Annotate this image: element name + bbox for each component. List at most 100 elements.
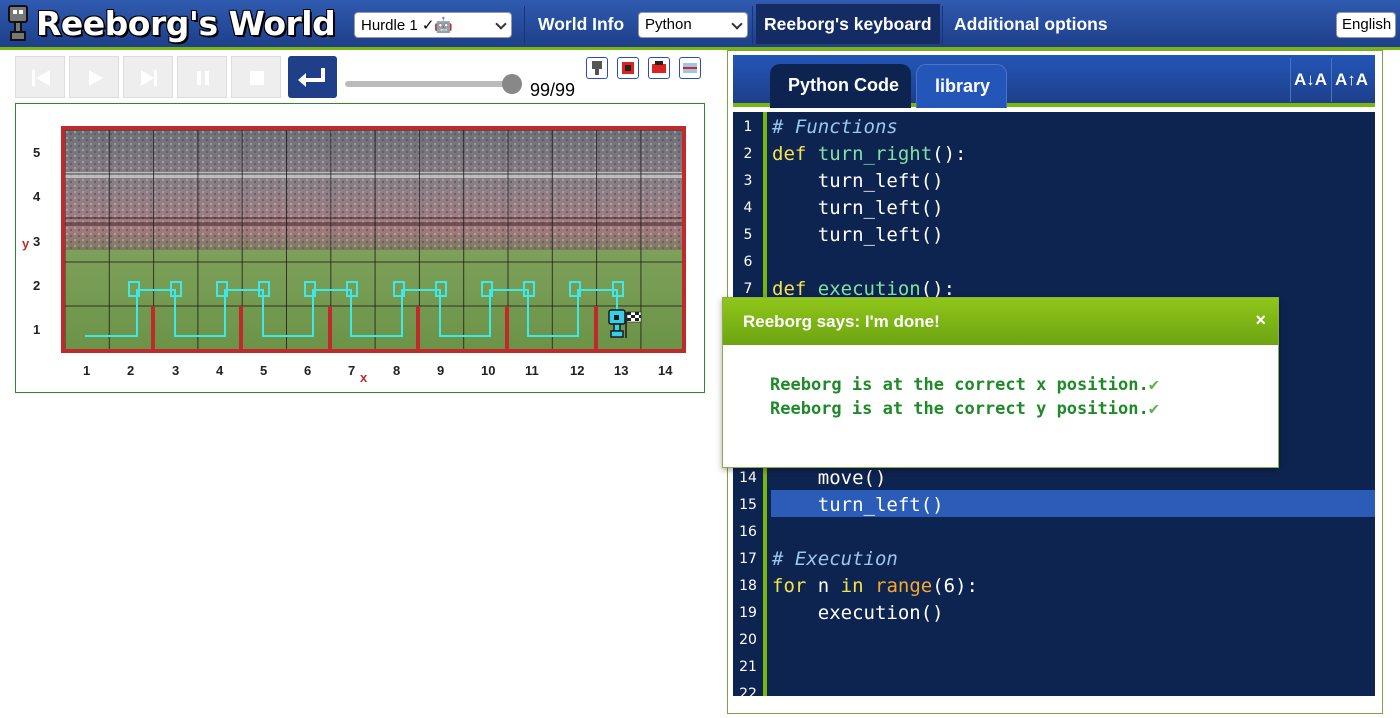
menu-divider (752, 6, 753, 44)
line-number: 5 (743, 227, 753, 243)
step-forward-icon (141, 70, 157, 86)
builtin-range: range (875, 575, 933, 597)
skip-back-icon (32, 70, 50, 86)
line-number: 3 (743, 173, 753, 189)
reeborg-logo-icon (8, 5, 28, 41)
app-title: Reeborg's World (36, 4, 336, 43)
menu-divider (524, 6, 525, 44)
robot-model-button[interactable] (586, 57, 608, 79)
y-tick-label: 4 (33, 189, 41, 204)
x-tick-label: 4 (216, 363, 224, 378)
tab-python-code[interactable]: Python Code (770, 64, 911, 108)
world-info-button[interactable]: World Info (530, 4, 632, 44)
world-select-value: Hurdle 1 ✓🤖 (361, 17, 454, 34)
world-edit-icon (652, 61, 666, 73)
line-number: 20 (739, 632, 757, 648)
code-line-3: turn_left() (772, 170, 944, 192)
x-tick-label: 1 (83, 363, 91, 378)
menu-divider (942, 6, 943, 44)
message-text: Reeborg is at the correct y position. (770, 399, 1149, 419)
reload-button[interactable] (15, 56, 65, 98)
dialog-message: Reeborg is at the correct x position.✔ (770, 375, 1159, 395)
x-tick-label: 14 (658, 363, 673, 378)
y-tick-label: 2 (33, 278, 41, 293)
stop-button[interactable] (231, 56, 281, 98)
run-button[interactable] (69, 56, 119, 98)
code-line-5: turn_left() (772, 224, 944, 246)
world-grid (61, 126, 686, 353)
code-line-4: turn_left() (772, 197, 944, 219)
y-tick-label: 3 (33, 234, 41, 249)
line-number: 16 (739, 524, 757, 540)
play-icon (89, 70, 103, 86)
keyword-in: in (840, 575, 864, 597)
x-tick-label: 11 (525, 363, 539, 378)
checkmark-icon: ✔ (1148, 399, 1159, 419)
line-number: 21 (739, 659, 757, 675)
x-tick-label: 7 (348, 363, 356, 378)
line-number: 2 (743, 146, 753, 162)
world-select[interactable]: Hurdle 1 ✓🤖 (354, 12, 512, 38)
close-icon[interactable]: × (1255, 310, 1266, 331)
message-text: Reeborg is at the correct x position. (770, 375, 1149, 395)
function-name: turn_right (817, 143, 933, 165)
highlight-toggle-button[interactable] (617, 57, 639, 79)
code-punct: (): (932, 143, 967, 165)
step-counter: 99/99 (530, 80, 576, 100)
code-punct: (6): (932, 575, 978, 597)
programming-language-select[interactable]: Python (638, 12, 748, 38)
reeborg-keyboard-button[interactable]: Reeborg's keyboard (756, 4, 940, 44)
pause-button[interactable] (177, 56, 227, 98)
reeborg-robot-icon (608, 309, 626, 338)
code-var: n (806, 575, 841, 597)
line-number: 19 (739, 605, 757, 621)
world-settings-button[interactable] (679, 57, 701, 79)
font-decrease-button[interactable]: A↓A (1290, 58, 1330, 102)
font-increase-button[interactable]: A↑A (1331, 58, 1371, 102)
language-select-value: Python (645, 16, 692, 33)
code-line-2: def turn_right(): (772, 143, 967, 165)
return-arrow-icon (298, 68, 325, 87)
x-tick-label: 8 (393, 363, 401, 378)
line-number: 4 (743, 200, 753, 216)
robot-red-icon (622, 62, 634, 74)
keyword-for: for (772, 575, 807, 597)
x-axis-label: x (360, 370, 368, 385)
code-line-19: execution() (772, 602, 944, 624)
ui-language-button[interactable]: English (1336, 12, 1396, 38)
x-tick-label: 5 (260, 363, 268, 378)
stadium-background (65, 130, 682, 349)
code-line-1: # Functions (772, 116, 898, 138)
code-line-17: # Execution (772, 548, 898, 570)
x-tick-label: 10 (481, 363, 496, 378)
reeborg-done-dialog: Reeborg says: I'm done! × Reeborg is at … (722, 297, 1279, 468)
pause-icon (197, 71, 209, 85)
code-line-14: move() (772, 467, 887, 489)
y-tick-label: 5 (33, 145, 41, 160)
code-line-18: for n in range(6): (772, 575, 978, 597)
world-edit-button[interactable] (648, 57, 670, 79)
line-number: 1 (743, 119, 753, 135)
stop-icon (250, 71, 264, 85)
speed-slider-thumb[interactable] (502, 74, 522, 94)
line-number: 15 (739, 497, 757, 513)
step-button[interactable] (123, 56, 173, 98)
tab-library[interactable]: library (916, 64, 1007, 108)
line-number: 18 (739, 578, 757, 594)
execute-return-button[interactable] (288, 56, 337, 98)
y-tick-label: 1 (33, 322, 41, 337)
checkmark-icon: ✔ (1148, 375, 1159, 395)
x-tick-label: 13 (614, 363, 629, 378)
chevron-down-icon (731, 18, 743, 30)
line-number: 7 (743, 281, 753, 297)
top-menu-bar: Reeborg's World Hurdle 1 ✓🤖 World Info P… (0, 0, 1400, 50)
line-number: 6 (743, 254, 753, 270)
dialog-title-bar: Reeborg says: I'm done! × (723, 298, 1278, 345)
chevron-down-icon (495, 18, 507, 30)
additional-options-button[interactable]: Additional options (946, 4, 1116, 44)
speed-slider[interactable] (345, 81, 513, 87)
x-tick-label: 6 (304, 363, 312, 378)
line-number: 17 (739, 551, 757, 567)
robot-icon (592, 61, 602, 75)
keyword-def: def (772, 143, 807, 165)
